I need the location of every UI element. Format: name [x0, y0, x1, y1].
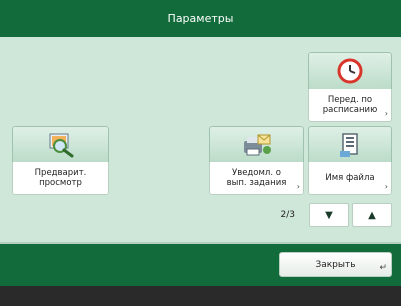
- page-title: Параметры: [167, 12, 234, 25]
- close-button[interactable]: Закрыть ↵: [279, 252, 392, 277]
- triangle-up-icon: ▲: [368, 209, 376, 221]
- preview-icon-area: [12, 126, 109, 162]
- job-notify-button[interactable]: Уведомл. о вып. задания ›: [209, 126, 304, 195]
- screen: Параметры Предварит. просмотр Уведомл. о…: [0, 0, 401, 306]
- printer-mail-icon: [243, 134, 271, 155]
- page-down-button[interactable]: ▼: [309, 203, 349, 227]
- file-name-icon-area: [308, 126, 392, 162]
- job-notify-label: Уведомл. о вып. задания: [226, 168, 287, 188]
- triangle-down-icon: ▼: [325, 209, 333, 221]
- magnifier-image-icon: [49, 133, 73, 157]
- clock-icon: [337, 58, 363, 84]
- preview-button[interactable]: Предварит. просмотр: [12, 126, 109, 195]
- schedule-send-button[interactable]: Перед. по расписанию ›: [308, 52, 392, 122]
- corner-arrow-icon: ↵: [379, 263, 387, 273]
- file-name-button[interactable]: Имя файла ›: [308, 126, 392, 195]
- schedule-send-label: Перед. по расписанию: [322, 95, 378, 115]
- file-name-label: Имя файла: [325, 173, 375, 183]
- chevron-right-icon: ›: [384, 182, 388, 191]
- chevron-right-icon: ›: [384, 109, 388, 118]
- title-bar: Параметры: [0, 0, 401, 37]
- schedule-send-icon-area: [308, 52, 392, 89]
- job-notify-icon-area: [209, 126, 304, 162]
- preview-label: Предварит. просмотр: [12, 162, 109, 195]
- close-button-label: Закрыть: [315, 259, 356, 270]
- chevron-right-icon: ›: [296, 182, 300, 191]
- document-icon: [340, 132, 358, 157]
- page-indicator: 2/3: [280, 210, 295, 220]
- footer-strip: [0, 286, 401, 306]
- page-up-button[interactable]: ▲: [352, 203, 392, 227]
